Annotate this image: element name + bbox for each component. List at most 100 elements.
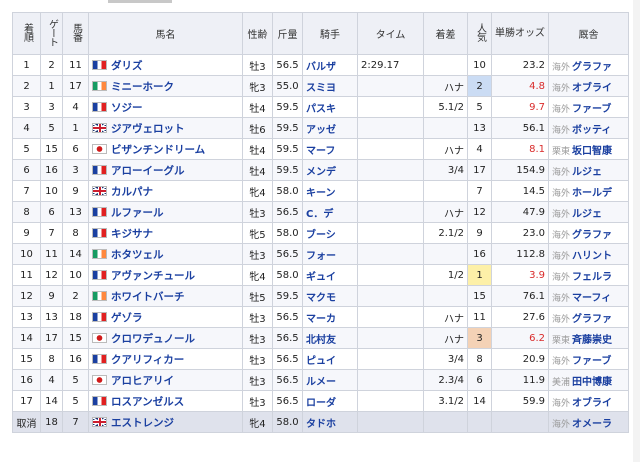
trainer-link[interactable]: 斉藤崇史: [572, 335, 612, 346]
trainer-link[interactable]: グラファ: [572, 314, 612, 325]
horse-name-link[interactable]: キジサナ: [111, 228, 153, 240]
trainer-link[interactable]: オブライ: [572, 83, 612, 94]
horse-name-link[interactable]: ホタツェル: [111, 249, 164, 261]
jockey-cell[interactable]: バルザ: [302, 54, 358, 76]
trainer-cell[interactable]: 海外 オメーラ: [548, 411, 629, 433]
jockey-link[interactable]: ルメー: [306, 377, 336, 388]
horse-cell[interactable]: ジアヴェロット: [88, 117, 243, 139]
header-horse[interactable]: 馬名: [88, 12, 243, 55]
horse-name-link[interactable]: ロスアンゼルス: [111, 396, 184, 408]
horse-name-link[interactable]: ビザンチンドリーム: [111, 144, 205, 156]
horse-name-link[interactable]: ミニーホーク: [111, 81, 174, 93]
horse-name-link[interactable]: ゲゾラ: [111, 312, 143, 324]
jockey-cell[interactable]: ルメー: [302, 369, 358, 391]
jockey-link[interactable]: マーカ: [306, 314, 336, 325]
jockey-cell[interactable]: パスキ: [302, 96, 358, 118]
trainer-link[interactable]: ルジェ: [572, 167, 602, 178]
header-popularity[interactable]: 人気: [467, 12, 492, 55]
trainer-link[interactable]: ホールデ: [572, 188, 612, 199]
jockey-cell[interactable]: キーン: [302, 180, 358, 202]
trainer-link[interactable]: ルジェ: [572, 209, 602, 220]
trainer-cell[interactable]: 海外 グラファ: [548, 54, 629, 76]
horse-name-link[interactable]: クアリフィカー: [111, 354, 184, 366]
jockey-link[interactable]: C．デ: [306, 209, 333, 220]
jockey-link[interactable]: アッゼ: [306, 125, 336, 136]
jockey-link[interactable]: パスキ: [306, 104, 336, 115]
horse-cell[interactable]: ミニーホーク: [88, 75, 243, 97]
header-margin[interactable]: 着差: [423, 12, 468, 55]
horse-name-link[interactable]: ダリズ: [111, 60, 143, 72]
horse-name-link[interactable]: アローイーグル: [111, 165, 185, 177]
horse-cell[interactable]: ゲゾラ: [88, 306, 243, 328]
jockey-cell[interactable]: メンデ: [302, 159, 358, 181]
trainer-cell[interactable]: 海外 ルジェ: [548, 159, 629, 181]
header-jockey[interactable]: 騎手: [302, 12, 358, 55]
jockey-link[interactable]: ブーシ: [306, 230, 336, 241]
header-time[interactable]: タイム: [357, 12, 424, 55]
trainer-cell[interactable]: 海外 オブライ: [548, 75, 629, 97]
jockey-cell[interactable]: 北村友: [302, 327, 358, 349]
horse-cell[interactable]: カルパナ: [88, 180, 243, 202]
trainer-cell[interactable]: 海外 ホールデ: [548, 180, 629, 202]
trainer-cell[interactable]: 栗東 斉藤崇史: [548, 327, 629, 349]
trainer-cell[interactable]: 海外 マーフィ: [548, 285, 629, 307]
trainer-link[interactable]: フェルラ: [572, 272, 612, 283]
jockey-cell[interactable]: C．デ: [302, 201, 358, 223]
horse-cell[interactable]: キジサナ: [88, 222, 243, 244]
horse-cell[interactable]: ダリズ: [88, 54, 243, 76]
trainer-cell[interactable]: 海外 ボッティ: [548, 117, 629, 139]
trainer-link[interactable]: オブライ: [572, 398, 612, 409]
horse-cell[interactable]: クアリフィカー: [88, 348, 243, 370]
trainer-cell[interactable]: 海外 ルジェ: [548, 201, 629, 223]
trainer-link[interactable]: マーフィ: [572, 293, 611, 304]
header-gate[interactable]: ゲート: [40, 12, 63, 55]
jockey-cell[interactable]: マーカ: [302, 306, 358, 328]
jockey-link[interactable]: タドホ: [306, 419, 336, 430]
horse-cell[interactable]: ロスアンゼルス: [88, 390, 243, 412]
header-trainer[interactable]: 厩舎: [548, 12, 629, 55]
jockey-cell[interactable]: アッゼ: [302, 117, 358, 139]
trainer-cell[interactable]: 海外 ファーブ: [548, 348, 629, 370]
jockey-cell[interactable]: ギュイ: [302, 264, 358, 286]
jockey-cell[interactable]: スミヨ: [302, 75, 358, 97]
horse-name-link[interactable]: ソジー: [111, 102, 143, 114]
header-number[interactable]: 馬番: [62, 12, 89, 55]
trainer-cell[interactable]: 海外 グラファ: [548, 306, 629, 328]
vertical-scrollbar[interactable]: [633, 0, 640, 462]
jockey-link[interactable]: ローダ: [306, 398, 336, 409]
horse-cell[interactable]: エストレンジ: [88, 411, 243, 433]
jockey-link[interactable]: 北村友: [306, 335, 336, 346]
trainer-link[interactable]: オメーラ: [572, 419, 612, 430]
trainer-cell[interactable]: 海外 オブライ: [548, 390, 629, 412]
trainer-cell[interactable]: 海外 ハリント: [548, 243, 629, 265]
jockey-cell[interactable]: ピュイ: [302, 348, 358, 370]
trainer-link[interactable]: ボッティ: [572, 125, 611, 136]
jockey-cell[interactable]: マクモ: [302, 285, 358, 307]
horse-name-link[interactable]: クロワデュノール: [111, 333, 195, 345]
trainer-link[interactable]: ファーブ: [572, 104, 611, 115]
jockey-cell[interactable]: ローダ: [302, 390, 358, 412]
horse-name-link[interactable]: ルファール: [111, 207, 164, 219]
jockey-link[interactable]: ギュイ: [306, 272, 336, 283]
trainer-cell[interactable]: 海外 フェルラ: [548, 264, 629, 286]
jockey-link[interactable]: バルザ: [306, 62, 336, 73]
jockey-link[interactable]: キーン: [306, 188, 336, 199]
jockey-cell[interactable]: ブーシ: [302, 222, 358, 244]
horse-name-link[interactable]: エストレンジ: [111, 417, 174, 429]
trainer-link[interactable]: グラファ: [572, 230, 612, 241]
jockey-cell[interactable]: フォー: [302, 243, 358, 265]
horse-cell[interactable]: アロヒアリイ: [88, 369, 243, 391]
header-odds[interactable]: 単勝オッズ: [491, 12, 549, 55]
horse-name-link[interactable]: ホワイトバーチ: [111, 291, 185, 303]
trainer-link[interactable]: ハリント: [572, 251, 612, 262]
horse-cell[interactable]: アローイーグル: [88, 159, 243, 181]
horse-name-link[interactable]: アロヒアリイ: [111, 375, 174, 387]
header-sex-age[interactable]: 性齢: [242, 12, 273, 55]
horse-cell[interactable]: ビザンチンドリーム: [88, 138, 243, 160]
trainer-cell[interactable]: 美浦 田中博康: [548, 369, 629, 391]
trainer-cell[interactable]: 海外 グラファ: [548, 222, 629, 244]
horse-cell[interactable]: ソジー: [88, 96, 243, 118]
jockey-link[interactable]: メンデ: [306, 167, 336, 178]
horse-cell[interactable]: ホタツェル: [88, 243, 243, 265]
horse-cell[interactable]: ルファール: [88, 201, 243, 223]
